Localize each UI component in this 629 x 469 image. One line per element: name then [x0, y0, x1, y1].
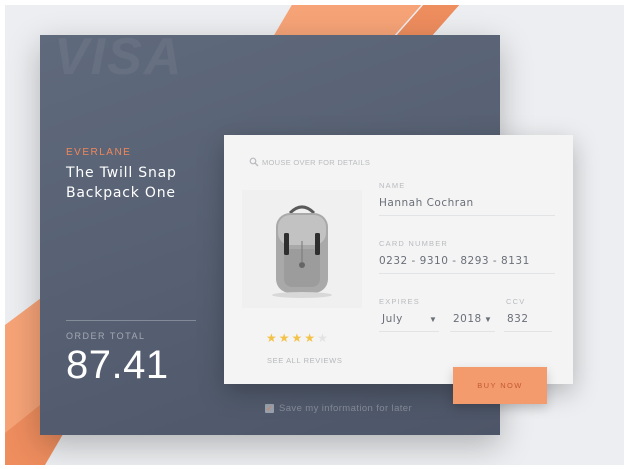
name-input[interactable]: Hannah Cochran	[379, 197, 474, 209]
caret-down-icon[interactable]: ▼	[429, 315, 437, 324]
card-number-underline	[379, 273, 555, 274]
page-background: VISA EVERLANE The Twill Snap Backpack On…	[5, 5, 624, 465]
product-title: The Twill Snap Backpack One	[66, 165, 177, 201]
checkmark-icon: ✓	[266, 404, 273, 413]
divider	[66, 320, 196, 321]
checkout-form: MOUSE OVER FOR DETAILS ★ ★ ★ ★ ★ SEE ALL…	[224, 135, 573, 384]
backpack-image	[272, 205, 332, 298]
star-filled-icon: ★	[304, 331, 316, 345]
name-underline	[379, 215, 555, 216]
save-info-checkbox[interactable]: ✓	[265, 404, 274, 413]
see-all-reviews-link[interactable]: SEE ALL REVIEWS	[267, 356, 342, 365]
card-number-label: CARD NUMBER	[379, 239, 449, 248]
ccv-input[interactable]: 832	[507, 313, 529, 325]
name-label: NAME	[379, 181, 406, 190]
star-filled-icon: ★	[266, 331, 277, 345]
expires-year-select[interactable]: 2018	[453, 313, 482, 325]
rating-stars: ★ ★ ★ ★ ★	[266, 332, 328, 344]
details-hint-text: MOUSE OVER FOR DETAILS	[262, 157, 371, 167]
product-image[interactable]	[242, 190, 362, 308]
brand-name: EVERLANE	[66, 147, 132, 158]
expires-year-underline	[450, 331, 495, 332]
star-empty-icon: ★	[317, 331, 328, 345]
visa-logo: VISA	[54, 28, 184, 86]
star-filled-icon: ★	[278, 331, 290, 345]
star-filled-icon: ★	[291, 331, 303, 345]
order-total-label: ORDER TOTAL	[66, 331, 146, 341]
save-info-label[interactable]: Save my information for later	[279, 403, 412, 414]
buy-now-button[interactable]: BUY NOW	[453, 367, 547, 404]
expires-label: EXPIRES	[379, 297, 420, 306]
order-total-value: 87.41	[66, 343, 169, 387]
details-hint: MOUSE OVER FOR DETAILS	[249, 157, 370, 167]
search-icon	[249, 157, 259, 167]
expires-month-select[interactable]: July	[382, 313, 403, 325]
save-info-row[interactable]: ✓ Save my information for later	[265, 403, 412, 414]
card-number-input[interactable]: 0232 - 9310 - 8293 - 8131	[379, 255, 530, 267]
expires-month-underline	[379, 331, 439, 332]
caret-down-icon[interactable]: ▼	[484, 315, 492, 324]
ccv-underline	[504, 331, 552, 332]
ccv-label: CCV	[506, 297, 526, 306]
